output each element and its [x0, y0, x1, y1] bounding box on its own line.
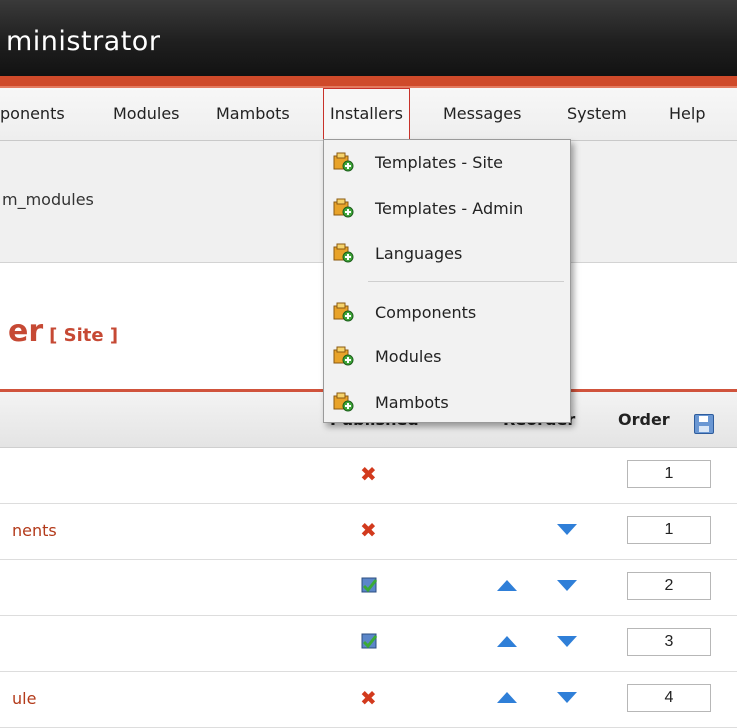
order-input[interactable] [627, 516, 711, 544]
installers-dropdown: Templates - Site Templates - Admin Langu… [323, 139, 571, 423]
dropdown-item-label: Mambots [375, 393, 449, 412]
move-down-icon[interactable] [557, 692, 577, 703]
app-title: ministrator [6, 26, 161, 57]
order-input[interactable] [627, 628, 711, 656]
header-accent-line [0, 76, 737, 88]
dropdown-item-mambots[interactable]: Mambots [324, 383, 570, 423]
table-row [0, 560, 737, 616]
dropdown-item-label: Templates - Admin [375, 199, 524, 218]
page-title-text: er [8, 314, 44, 349]
move-up-icon[interactable] [497, 692, 517, 703]
menu-system[interactable]: System [567, 104, 627, 123]
dropdown-item-components[interactable]: Components [324, 293, 570, 333]
dropdown-item-templates-admin[interactable]: Templates - Admin [324, 189, 570, 229]
order-input[interactable] [627, 684, 711, 712]
menu-help[interactable]: Help [669, 104, 705, 123]
dropdown-separator [368, 281, 564, 282]
move-up-icon[interactable] [497, 636, 517, 647]
table-row: ule ✖ [0, 672, 737, 728]
menu-modules[interactable]: Modules [113, 104, 180, 123]
dropdown-item-label: Templates - Site [375, 153, 504, 172]
move-down-icon[interactable] [557, 524, 577, 535]
order-input[interactable] [627, 572, 711, 600]
table-row: nents ✖ [0, 504, 737, 560]
row-name[interactable]: ule [12, 689, 36, 708]
menu-mambots[interactable]: Mambots [216, 104, 290, 123]
move-down-icon[interactable] [557, 580, 577, 591]
order-input[interactable] [627, 460, 711, 488]
unpublished-icon[interactable]: ✖ [360, 464, 380, 484]
row-name[interactable]: nents [12, 521, 57, 540]
installer-icon [332, 242, 354, 264]
installer-icon [332, 345, 354, 367]
published-icon[interactable] [360, 576, 380, 596]
dropdown-item-modules[interactable]: Modules [324, 337, 570, 377]
table-row: ✖ [0, 448, 737, 504]
published-icon[interactable] [360, 632, 380, 652]
header-order: Order [618, 410, 670, 429]
header-bar: ministrator [0, 0, 737, 76]
installer-icon [332, 391, 354, 413]
installer-icon [332, 197, 354, 219]
menu-messages[interactable]: Messages [443, 104, 521, 123]
unpublished-icon[interactable]: ✖ [360, 688, 380, 708]
move-up-icon[interactable] [497, 580, 517, 591]
dropdown-item-label: Languages [375, 244, 463, 263]
main-menu: ponents Modules Mambots Installers Messa… [0, 88, 737, 141]
menu-installers[interactable]: Installers [323, 88, 410, 139]
pathway-text: m_modules [2, 190, 94, 209]
page-subtitle: [ Site ] [49, 325, 119, 346]
dropdown-item-label: Modules [375, 347, 442, 366]
installer-icon [332, 151, 354, 173]
unpublished-icon[interactable]: ✖ [360, 520, 380, 540]
dropdown-item-languages[interactable]: Languages [324, 234, 570, 274]
dropdown-item-templates-site[interactable]: Templates - Site [324, 143, 570, 183]
save-order-icon[interactable] [694, 414, 714, 434]
dropdown-item-label: Components [375, 303, 477, 322]
installer-icon [332, 301, 354, 323]
table-row [0, 616, 737, 672]
move-down-icon[interactable] [557, 636, 577, 647]
page-title: er[ Site ] [8, 314, 118, 349]
menu-components[interactable]: ponents [0, 104, 65, 123]
